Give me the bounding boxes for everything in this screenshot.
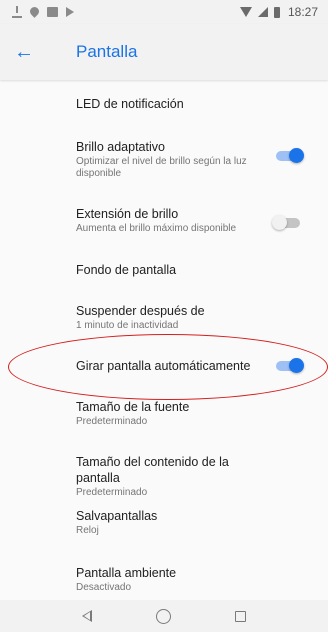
setting-salvapantallas[interactable]: Salvapantallas Reloj (0, 508, 328, 537)
back-button[interactable]: ← (0, 24, 48, 80)
nav-recents-icon[interactable] (235, 610, 246, 622)
setting-tamano-fuente[interactable]: Tamaño de la fuente Predeterminado (0, 399, 328, 428)
setting-subtitle: Predeterminado (76, 487, 148, 498)
nav-back-icon[interactable] (82, 610, 92, 622)
setting-subtitle: Desactivado (76, 582, 132, 593)
signal-icon (257, 7, 268, 17)
brillo-adaptativo-switch[interactable] (276, 148, 304, 163)
setting-title: Brillo adaptativo (76, 140, 165, 154)
setting-girar-pantalla[interactable]: Girar pantalla automáticamente (0, 358, 328, 374)
setting-extension-brillo[interactable]: Extensión de brillo Aumenta el brillo má… (0, 206, 328, 235)
setting-subtitle: Aumenta el brillo máximo disponible (76, 223, 237, 234)
play-store-icon (66, 7, 74, 17)
location-icon (28, 4, 41, 18)
setting-subtitle: Reloj (76, 525, 99, 536)
toolbar: ← Pantalla (0, 24, 328, 80)
setting-title: Tamaño de la fuente (76, 400, 190, 414)
status-left-icons (12, 4, 240, 18)
setting-title: LED de notificación (76, 97, 184, 111)
image-icon (47, 7, 58, 17)
status-right-icons: 18:27 (239, 5, 318, 19)
setting-fondo-pantalla[interactable]: Fondo de pantalla (0, 262, 328, 278)
settings-screen: 18:27 ← Pantalla LED de notificación Bri… (0, 0, 328, 632)
extension-brillo-switch[interactable] (272, 215, 300, 230)
setting-subtitle: 1 minuto de inactividad (76, 320, 179, 331)
setting-title: Pantalla ambiente (76, 566, 177, 580)
setting-title: Salvapantallas (76, 509, 158, 523)
setting-subtitle: Predeterminado (76, 416, 148, 427)
setting-title: Girar pantalla automáticamente (76, 359, 251, 373)
setting-suspender[interactable]: Suspender después de 1 minuto de inactiv… (0, 303, 328, 332)
girar-pantalla-switch[interactable] (276, 358, 304, 373)
setting-brillo-adaptativo[interactable]: Brillo adaptativo Optimizar el nivel de … (0, 139, 328, 180)
switch-thumb (289, 358, 304, 373)
nav-home-icon[interactable] (156, 608, 171, 624)
setting-title: Suspender después de (76, 304, 205, 318)
setting-title: Fondo de pantalla (76, 263, 177, 277)
navigation-bar (0, 600, 328, 632)
setting-pantalla-ambiente[interactable]: Pantalla ambiente Desactivado (0, 565, 328, 594)
setting-tamano-contenido[interactable]: Tamaño del contenido de la pantalla Pred… (0, 454, 328, 499)
status-time: 18:27 (287, 5, 318, 19)
wifi-icon (239, 7, 252, 17)
setting-led-notificacion[interactable]: LED de notificación (0, 96, 328, 112)
setting-subtitle: Optimizar el nivel de brillo según la lu… (76, 156, 247, 179)
battery-icon (273, 6, 280, 18)
download-icon (12, 6, 22, 18)
page-title: Pantalla (76, 42, 138, 61)
arrow-left-icon: ← (14, 40, 34, 63)
switch-thumb (289, 148, 304, 163)
switch-thumb (272, 215, 287, 230)
setting-title: Tamaño del contenido de la pantalla (76, 455, 229, 485)
status-bar: 18:27 (0, 0, 328, 24)
setting-title: Extensión de brillo (76, 207, 179, 221)
